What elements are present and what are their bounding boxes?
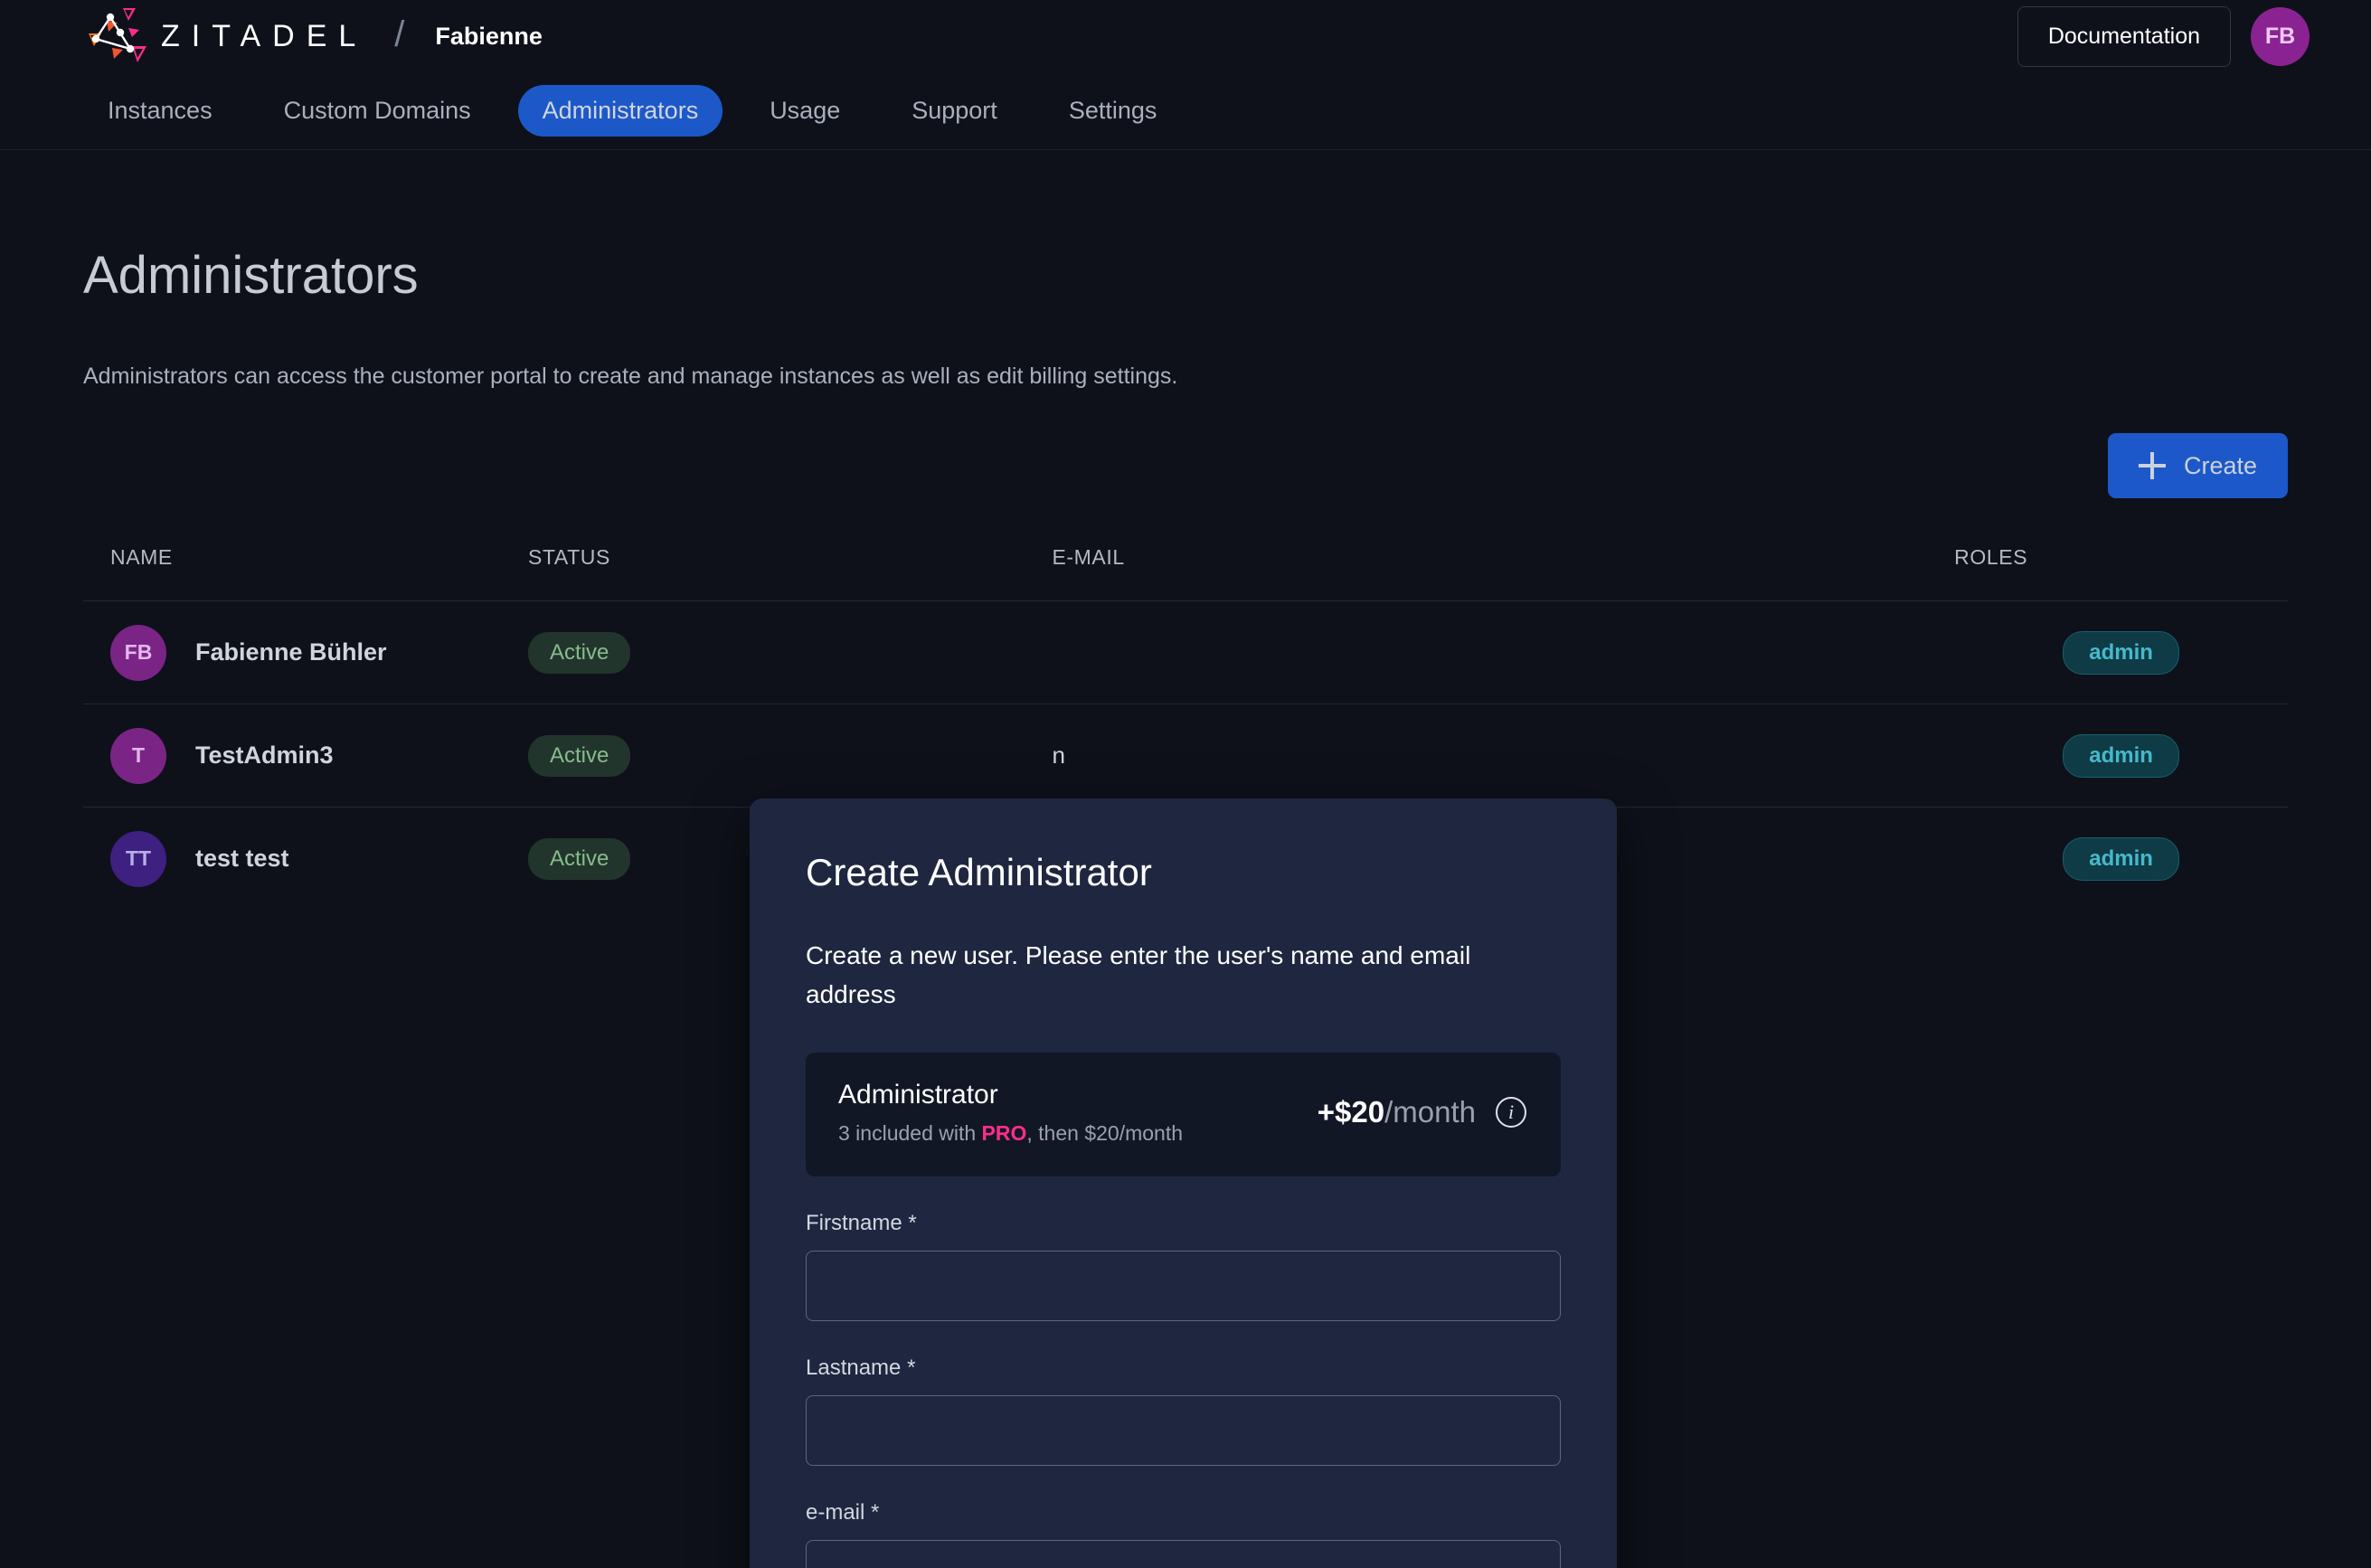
email-field-group: e-mail * — [806, 1500, 1561, 1568]
status-badge: Active — [528, 837, 631, 880]
lastname-label: Lastname * — [806, 1355, 916, 1380]
admin-name: test test — [195, 845, 289, 873]
role-badge: admin — [2063, 836, 2179, 881]
price-period: /month — [1384, 1095, 1476, 1129]
avatar[interactable]: FB — [2251, 6, 2310, 66]
email-input[interactable] — [806, 1539, 1561, 1568]
status-badge: Active — [528, 734, 631, 777]
email-label: e-mail * — [806, 1499, 880, 1525]
lastname-field-group: Lastname * — [806, 1355, 1561, 1466]
nav-item-instances[interactable]: Instances — [83, 85, 237, 137]
column-header-email[interactable]: E-MAIL — [1052, 545, 1954, 601]
column-header-status[interactable]: STATUS — [528, 545, 1052, 601]
nav-item-usage[interactable]: Usage — [745, 85, 864, 137]
nav-item-settings[interactable]: Settings — [1044, 85, 1182, 137]
price-value: +$20 — [1317, 1095, 1385, 1129]
brand[interactable]: ZITADEL — [83, 6, 367, 66]
documentation-button[interactable]: Documentation — [2017, 5, 2231, 67]
price-note-prefix: 3 included with — [838, 1120, 982, 1145]
nav-item-administrators[interactable]: Administrators — [517, 85, 723, 137]
firstname-field-group: Firstname * — [806, 1211, 1561, 1321]
nav-item-support[interactable]: Support — [887, 85, 1022, 137]
page-title: Administrators — [83, 246, 419, 305]
page-description: Administrators can access the customer p… — [83, 364, 1178, 389]
price-card: Administrator 3 included with PRO, then … — [806, 1052, 1561, 1176]
page-content: Administrators Administrators can access… — [0, 245, 2371, 1568]
role-badge: admin — [2063, 733, 2179, 778]
role-badge: admin — [2063, 630, 2179, 675]
table-header-row: NAME STATUS E-MAIL ROLES — [83, 545, 2288, 601]
price-card-note: 3 included with PRO, then $20/month — [838, 1121, 1318, 1146]
column-header-roles[interactable]: ROLES — [1954, 545, 2288, 601]
column-header-name[interactable]: NAME — [83, 545, 528, 601]
price-note-suffix: , then $20/month — [1026, 1120, 1184, 1145]
lastname-input[interactable] — [806, 1394, 1561, 1466]
table-row[interactable]: T TestAdmin3 Active n admin — [83, 704, 2288, 808]
create-button-label: Create — [2183, 451, 2257, 479]
avatar: FB — [110, 624, 166, 681]
top-bar-actions: Documentation FB — [2017, 5, 2310, 67]
firstname-label: Firstname * — [806, 1210, 917, 1235]
zitadel-logo-icon — [83, 6, 152, 66]
avatar: TT — [110, 830, 166, 887]
plan-badge: PRO — [981, 1120, 1027, 1145]
avatar: T — [110, 727, 166, 784]
admin-name: TestAdmin3 — [195, 741, 334, 769]
firstname-input[interactable] — [806, 1250, 1561, 1321]
price-amount: +$20/month — [1318, 1095, 1476, 1129]
top-bar: ZITADEL / Fabienne Documentation FB — [0, 0, 2371, 72]
nav-item-custom-domains[interactable]: Custom Domains — [260, 85, 496, 137]
brand-separator: / — [394, 14, 405, 54]
main-nav: Instances Custom Domains Administrators … — [0, 72, 2371, 150]
plus-icon — [2138, 452, 2166, 479]
admin-email: n — [1052, 741, 1065, 769]
org-name: Fabienne — [435, 22, 543, 50]
dialog-subtitle: Create a new user. Please enter the user… — [806, 941, 1471, 1009]
admin-name: Fabienne Bühler — [195, 638, 387, 666]
create-administrator-button[interactable]: Create — [2107, 433, 2288, 498]
price-card-title: Administrator — [838, 1079, 998, 1110]
dialog-title: Create Administrator — [806, 851, 1152, 893]
toolbar: Create — [83, 433, 2288, 498]
brand-wordmark: ZITADEL — [161, 18, 368, 53]
info-icon[interactable]: i — [1496, 1097, 1526, 1129]
status-badge: Active — [528, 631, 631, 674]
create-administrator-dialog: Create Administrator Create a new user. … — [750, 798, 1617, 1568]
table-row[interactable]: FB Fabienne Bühler Active admin — [83, 600, 2288, 704]
